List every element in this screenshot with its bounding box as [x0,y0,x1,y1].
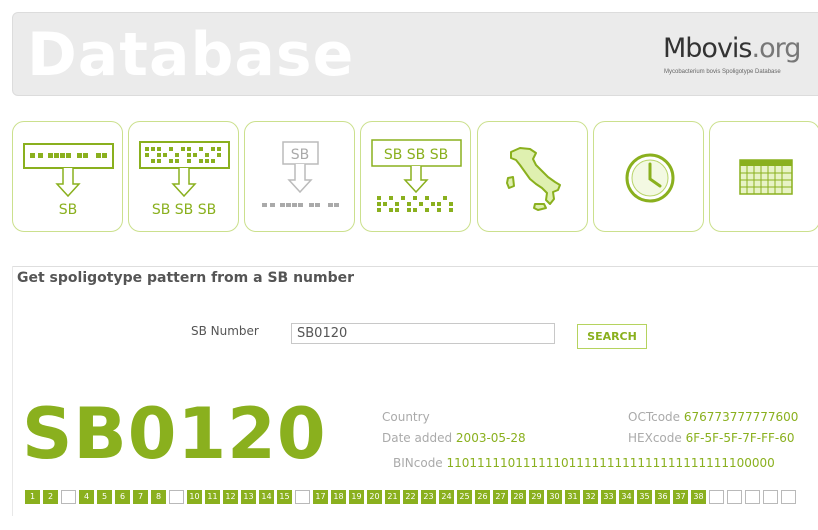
spacer-block: 33 [601,490,616,504]
country-field: Country [382,410,430,424]
spacer-block: 30 [547,490,562,504]
spacer-block: 5 [97,490,112,504]
spacer-block: 24 [439,490,454,504]
spacer-block [727,490,742,504]
spacer-block: 8 [151,490,166,504]
patterns-to-sbs-icon: SB SB SB [139,141,230,218]
sb-to-pattern-tool[interactable]: SB [244,121,355,232]
spacer-block: 29 [529,490,544,504]
italy-map-icon [506,147,561,211]
spacer-block: 36 [655,490,670,504]
date-label: Date added [382,431,453,445]
spacer-block: 4 [79,490,94,504]
logo-suffix: .org [751,33,802,64]
spacer-block: 2 [43,490,58,504]
spacer-block: 19 [349,490,364,504]
bincode-field: BINcode 11011111011111101111111111111111… [393,456,775,470]
spacer-block: 15 [277,490,292,504]
date-value: 2003-05-28 [455,431,526,445]
spacer-block: 7 [133,490,148,504]
clock-icon [625,153,675,203]
table-tool[interactable] [709,121,818,232]
spacer-block: 12 [223,490,238,504]
spacer-block: 1 [25,490,40,504]
spacer-block: 26 [475,490,490,504]
search-button[interactable]: SEARCH [577,324,647,349]
sb-to-pattern-icon: SB [262,141,339,207]
date-field: Date added 2003-05-28 [382,431,526,445]
tool-label: SB [291,147,310,163]
spacer-block [61,490,76,504]
spacer-block: 38 [691,490,706,504]
tool-label: SB SB SB [152,202,216,218]
spoligotype-pattern: 1 2 4 5 6 7 8 10 11 12 13 14 15 17 18 19 20 21 22 23 24 25 26 2… [25,490,799,504]
panel-border [12,266,13,516]
sbs-to-patterns-icon: SB SB SB [371,139,462,212]
tool-label: SB [59,202,78,218]
spacer-block: 6 [115,490,130,504]
spacer-block [295,490,310,504]
page-title: Database [27,20,355,90]
spacer-block [763,490,778,504]
hexcode-field: HEXcode 6F-5F-5F-7F-FF-60 [628,431,794,445]
bincode-label: BINcode [393,456,443,470]
spacer-block: 20 [367,490,382,504]
bincode-value: 1101111101111110111111111111111111111100… [446,456,775,470]
spacer-block: 11 [205,490,220,504]
tool-label: SB SB SB [384,147,448,163]
spacer-block: 27 [493,490,508,504]
pattern-to-sb-icon: SB [23,143,114,218]
hexcode-label: HEXcode [628,431,682,445]
pattern-to-sb-tool[interactable]: SB [12,121,123,232]
octcode-field: OCTcode 676773777777600 [628,410,798,424]
hexcode-value: 6F-5F-5F-7F-FF-60 [685,431,795,445]
spacer-block: 13 [241,490,256,504]
patterns-to-sbs-tool[interactable]: SB SB SB [128,121,239,232]
grid-table-icon [739,159,793,195]
spacer-block: 25 [457,490,472,504]
sbs-to-patterns-tool[interactable]: SB SB SB [360,121,471,232]
spacer-block: 35 [637,490,652,504]
spacer-block [709,490,724,504]
sb-number-input[interactable] [291,323,555,344]
sb-number-label: SB Number [191,324,259,338]
octcode-value: 676773777777600 [683,410,799,424]
country-label: Country [382,410,430,424]
panel-divider [12,266,818,267]
spacer-block: 17 [313,490,328,504]
spacer-block: 28 [511,490,526,504]
spacer-block [745,490,760,504]
spacer-block: 34 [619,490,634,504]
spacer-block: 31 [565,490,580,504]
spacer-block: 37 [673,490,688,504]
spacer-block: 14 [259,490,274,504]
map-tool[interactable] [477,121,588,232]
spacer-block [781,490,796,504]
spacer-block [169,490,184,504]
panel-title: Get spoligotype pattern from a SB number [17,270,355,286]
spacer-block: 22 [403,490,418,504]
spacer-block: 21 [385,490,400,504]
octcode-label: OCTcode [628,410,681,424]
spacer-block: 32 [583,490,598,504]
spacer-block: 18 [331,490,346,504]
site-header: Database Mbovis.org Mycobacterium bovis … [12,12,818,96]
logo-main-text: Mbovis [663,33,752,64]
result-sb-number: SB0120 [22,393,327,475]
history-tool[interactable] [593,121,704,232]
spacer-block: 23 [421,490,436,504]
spacer-block: 10 [187,490,202,504]
logo-subtitle: Mycobacterium bovis Spoligotype Database [664,69,781,75]
site-logo[interactable]: Mbovis.org [663,33,802,64]
